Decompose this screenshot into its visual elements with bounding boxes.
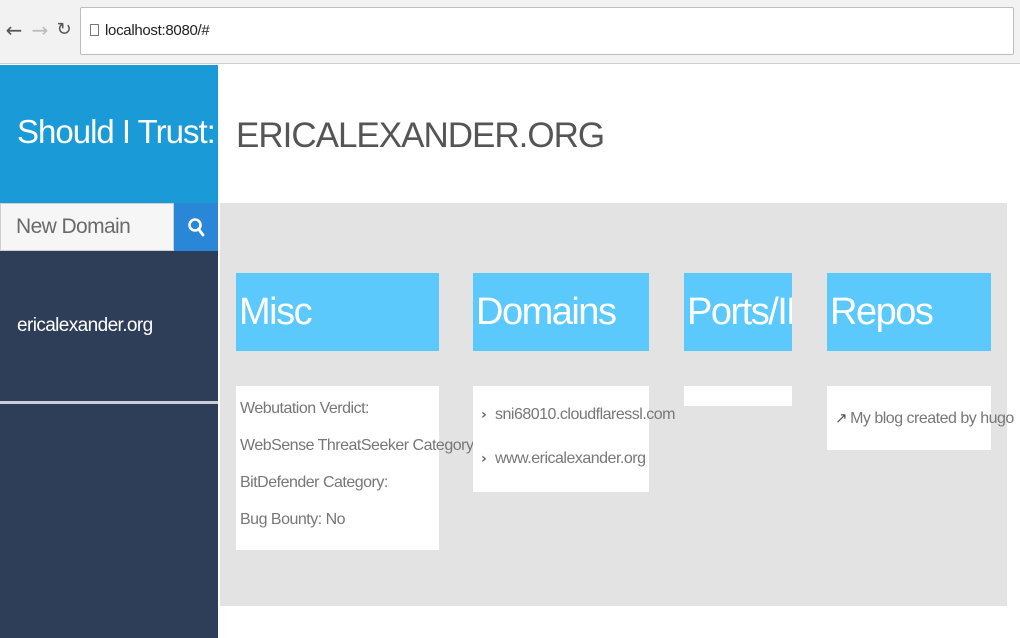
misc-row: Bug Bounty: No — [240, 511, 346, 528]
search-icon — [188, 218, 205, 237]
reload-icon[interactable]: ↻ — [54, 18, 74, 42]
domain-list: ericalexander.org — [0, 253, 218, 401]
domains-card-body: › sni68010.cloudflaressl.com › www.ericale… — [473, 386, 676, 494]
brand-header: Should I Trust: — [0, 65, 218, 203]
ports-card-heading: Ports/IPs — [684, 273, 792, 351]
misc-row: BitDefender Category: — [240, 474, 388, 491]
page-title: ERICALEXANDER.ORG — [236, 116, 605, 155]
ports-card-body — [684, 386, 792, 406]
domain-item-text: www.ericalexander.org — [495, 450, 646, 467]
list-item[interactable]: › sni68010.cloudflaressl.com — [481, 406, 676, 450]
back-arrow-icon[interactable]: ← — [4, 18, 24, 42]
address-bar[interactable]: localhost:8080/# — [80, 7, 1014, 55]
misc-card-body: Webutation Verdict: WebSense ThreatSeeke… — [236, 386, 478, 550]
misc-row: Webutation Verdict: — [240, 400, 369, 417]
page-icon — [90, 24, 99, 36]
repo-link[interactable]: My blog created by hugo — [850, 410, 1014, 427]
misc-card-heading: Misc — [236, 273, 439, 351]
search-button[interactable] — [174, 203, 218, 251]
external-link-icon: ↗ — [835, 409, 848, 427]
misc-row: WebSense ThreatSeeker Category: — [240, 437, 478, 454]
search-row — [0, 203, 218, 253]
forward-arrow-icon[interactable]: → — [30, 18, 50, 42]
brand-title: Should I Trust: — [17, 113, 216, 150]
sidebar-divider — [0, 401, 218, 404]
repos-card-body: ↗ My blog created by hugo — [827, 386, 1014, 450]
repos-card-heading: Repos — [827, 273, 991, 351]
new-domain-input[interactable] — [0, 203, 174, 251]
browser-toolbar: ← → ↻ localhost:8080/# — [0, 0, 1020, 64]
sidebar-item-domain[interactable]: ericalexander.org — [17, 315, 153, 337]
domain-item-text: sni68010.cloudflaressl.com — [495, 406, 676, 423]
domains-card-heading: Domains — [473, 273, 649, 351]
url-text[interactable]: localhost:8080/# — [105, 22, 210, 39]
chevron-right-icon: › — [481, 407, 487, 423]
results-panel: Misc Webutation Verdict: WebSense Threat… — [220, 203, 1014, 606]
chevron-right-icon: › — [481, 451, 487, 467]
sidebar: Should I Trust: ericalexander.org — [0, 65, 218, 638]
list-item[interactable]: › www.ericalexander.org — [481, 450, 649, 494]
